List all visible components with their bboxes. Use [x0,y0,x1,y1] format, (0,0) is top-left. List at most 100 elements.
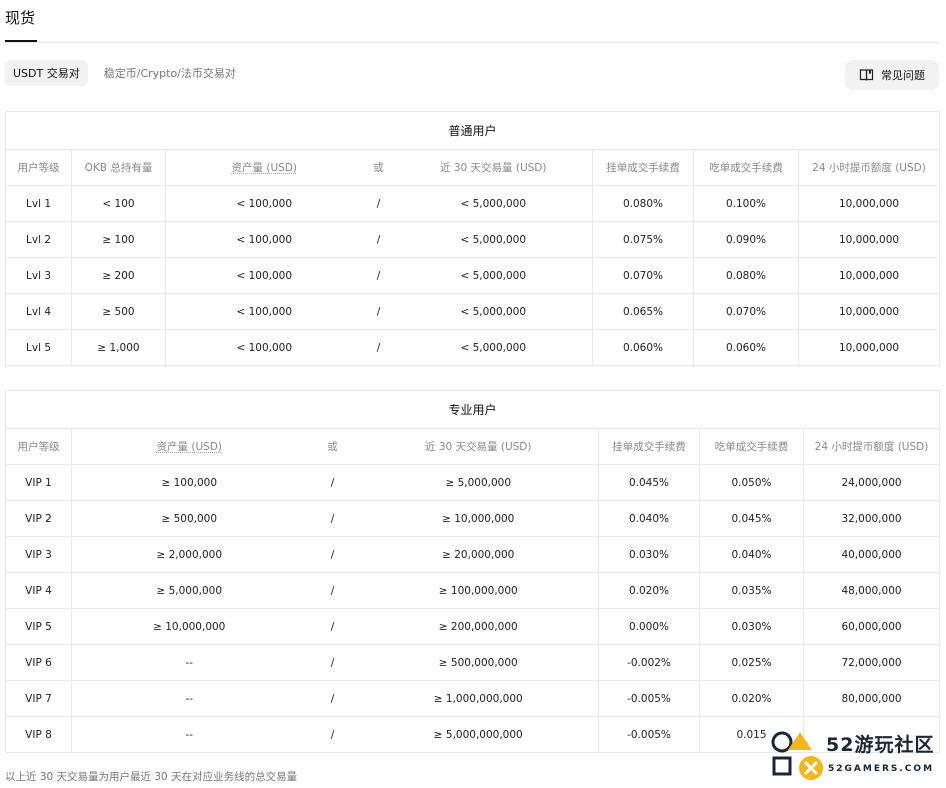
header-maker-fee: 挂单成交手续费 [592,149,694,186]
cell-withdrawal-limit: 10,000,000 [797,257,941,294]
cell-30d-volume: ≥ 500,000,000 [358,644,599,681]
cell-level: Lvl 2 [5,221,72,258]
cell-or: / [362,329,395,366]
pro-table-title: 专业用户 [4,390,941,429]
faq-label: 常见问题 [881,69,925,82]
cell-level: VIP 6 [5,644,72,681]
cell-30d-volume: < 5,000,000 [394,185,593,222]
cell-or: / [306,572,359,609]
cell-or: / [362,293,395,330]
table-row: Lvl 4 ≥ 500 < 100,000/< 5,000,000 0.065% 0.0… [5,293,941,330]
cell-30d-volume: < 5,000,000 [394,293,593,330]
cell-withdrawal-limit: 10,000,000 [797,185,941,222]
cell-taker-fee: 0.045% [699,500,804,537]
table-row: VIP 5 ≥ 10,000,000/≥ 200,000,000 0.000% 0.0… [5,608,941,645]
cell-maker-fee: 0.020% [598,572,700,609]
cell-withdrawal-limit: 24,000,000 [802,464,941,501]
header-or: 或 [306,428,359,465]
cell-30d-volume: ≥ 10,000,000 [358,500,599,537]
filter-usdt-pairs[interactable]: USDT 交易对 [5,60,88,86]
cell-or: / [306,500,359,537]
cell-okb-holdings: ≥ 100 [71,221,166,258]
cell-withdrawal-limit: 10,000,000 [797,221,941,258]
faq-button[interactable]: 常见问题 [845,60,939,90]
cell-or: / [306,536,359,573]
header-30d-volume: 近 30 天交易量 (USD) [358,428,599,465]
cell-maker-fee: 0.000% [598,608,700,645]
cell-or: / [306,608,359,645]
regular-table-header: 用户等级 OKB 总持有量 资产量 (USD) 或 近 30 天交易量 (USD… [5,149,941,186]
cell-withdrawal-limit: 10,000,000 [797,329,941,366]
cell-30d-volume: ≥ 20,000,000 [358,536,599,573]
regular-table-body: Lvl 1 < 100 < 100,000/< 5,000,000 0.080% 0.1… [5,185,941,366]
cell-withdrawal-limit: 80,000,000 [802,680,941,717]
cell-level: VIP 3 [5,536,72,573]
table-row: VIP 4 ≥ 5,000,000/≥ 100,000,000 0.020% 0.03… [5,572,941,609]
table-row: Lvl 1 < 100 < 100,000/< 5,000,000 0.080% 0.1… [5,185,941,222]
cell-taker-fee: 0.090% [693,221,799,258]
table-row: VIP 7 -- / ≥ 1,000,000,000 -0.005% 0.020% 80,0… [5,680,941,717]
cell-maker-fee: 0.070% [592,257,694,294]
header-withdrawal-limit: 24 小时提币额度 (USD) [802,428,941,465]
cell-30d-volume: < 5,000,000 [394,329,593,366]
cell-or: / [362,185,395,222]
cell-30d-volume: ≥ 5,000,000,000 [358,716,599,753]
header-or: 或 [362,149,395,186]
cell-30d-volume: ≥ 100,000,000 [358,572,599,609]
cell-level: Lvl 1 [5,185,72,222]
header-level: 用户等级 [5,149,72,186]
cell-maker-fee: 0.080% [592,185,694,222]
volume-footnote: 以上近 30 天交易量为用户最近 30 天在对应业务线的总交易量 [5,771,298,783]
cell-level: VIP 2 [5,500,72,537]
cell-withdrawal-limit: 10,000,000 [797,293,941,330]
cell-withdrawal-limit: 48,000,000 [802,572,941,609]
tab-spot[interactable]: 现货 [5,7,35,28]
cell-level: Lvl 5 [5,329,72,366]
cell-taker-fee: 0.030% [699,608,804,645]
header-assets-label[interactable]: 资产量 (USD) [232,162,297,174]
cell-assets: -- [71,644,307,681]
cell-or: / [306,716,359,753]
cell-level: Lvl 4 [5,293,72,330]
table-row: Lvl 2 ≥ 100 < 100,000/< 5,000,000 0.075% 0.0… [5,221,941,258]
cell-maker-fee: 0.060% [592,329,694,366]
header-okb-holdings: OKB 总持有量 [71,149,166,186]
cell-or: / [362,257,395,294]
cell-30d-volume: ≥ 200,000,000 [358,608,599,645]
filter-stable-crypto-fiat-pairs[interactable]: 稳定币/Crypto/法币交易对 [104,65,236,81]
cell-assets: < 100,000 [165,257,363,294]
cell-withdrawal-limit: 40,000,000 [802,536,941,573]
cell-assets: ≥ 5,000,000 [71,572,307,609]
header-assets[interactable]: 资产量 (USD) [71,428,307,465]
cell-maker-fee: 0.065% [592,293,694,330]
cell-taker-fee: 0.035% [699,572,804,609]
book-icon [859,69,874,81]
cell-assets: < 100,000 [165,185,363,222]
cell-30d-volume: < 5,000,000 [394,221,593,258]
cell-maker-fee: -0.005% [598,716,700,753]
cell-taker-fee: 0.100% [693,185,799,222]
pro-table-body: VIP 1 ≥ 100,000/≥ 5,000,000 0.045% 0.050% 24… [5,464,941,753]
table-row: VIP 3 ≥ 2,000,000/≥ 20,000,000 0.030% 0.040… [5,536,941,573]
cell-level: VIP 7 [5,680,72,717]
watermark-cn-text: 52游玩社区 [826,734,935,756]
table-row: Lvl 5 ≥ 1,000 < 100,000/< 5,000,000 0.060% 0… [5,329,941,366]
pro-table-header: 用户等级 资产量 (USD) 或 近 30 天交易量 (USD) 挂单成交手续费… [5,428,941,465]
cell-taker-fee: 0.080% [693,257,799,294]
cell-taker-fee: 0.070% [693,293,799,330]
cell-assets: ≥ 10,000,000 [71,608,307,645]
cell-withdrawal-limit: 72,000,000 [802,644,941,681]
cell-assets: -- [71,716,307,753]
cell-okb-holdings: < 100 [71,185,166,222]
cell-taker-fee: 0.025% [699,644,804,681]
cell-or: / [306,644,359,681]
cell-withdrawal-limit: 60,000,000 [802,608,941,645]
cell-okb-holdings: ≥ 200 [71,257,166,294]
header-assets[interactable]: 资产量 (USD) [165,149,363,186]
header-assets-label[interactable]: 资产量 (USD) [157,441,222,453]
cell-level: VIP 4 [5,572,72,609]
header-maker-fee: 挂单成交手续费 [598,428,700,465]
pro-user-fee-table: 专业用户 用户等级 资产量 (USD) 或 近 30 天交易量 (USD) 挂单… [4,390,941,753]
tab-active-indicator [5,40,37,42]
cell-maker-fee: -0.002% [598,644,700,681]
